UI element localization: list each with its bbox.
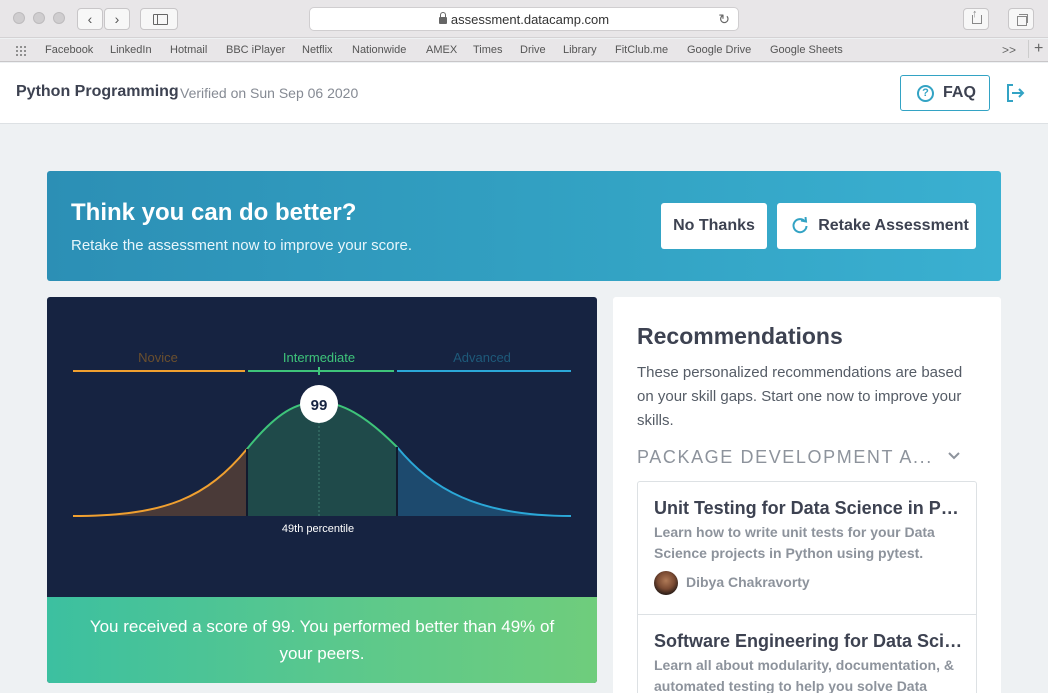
close-window-icon[interactable] — [13, 12, 25, 24]
lock-icon — [438, 12, 447, 24]
tabs-overview-button[interactable] — [1008, 8, 1034, 30]
grid-icon[interactable] — [15, 45, 28, 56]
recommendations-panel: Recommendations These personalized recom… — [613, 297, 1001, 693]
reload-icon[interactable]: ↻ — [718, 11, 730, 28]
banner-title: Think you can do better? — [71, 199, 357, 226]
verified-date: Verified on Sun Sep 06 2020 — [180, 85, 359, 101]
course-title[interactable]: Unit Testing for Data Science in Pyth... — [654, 498, 964, 519]
percentile-label: 49th percentile — [282, 523, 354, 535]
bookmarks-bar: Facebook LinkedIn Hotmail BBC iPlayer Ne… — [0, 39, 1048, 62]
course-card[interactable]: Unit Testing for Data Science in Pyth...… — [637, 481, 977, 615]
level-label-novice: Novice — [138, 350, 178, 365]
course-description: Learn all about modularity, documentatio… — [654, 657, 954, 693]
bookmark-hotmail[interactable]: Hotmail — [170, 44, 207, 56]
banner-subtitle: Retake the assessment now to improve you… — [71, 237, 412, 254]
question-circle-icon: ? — [917, 85, 934, 102]
chevron-right-icon: › — [114, 11, 120, 27]
bookmark-linkedin[interactable]: LinkedIn — [110, 44, 152, 56]
forward-button[interactable]: › — [104, 8, 130, 30]
bookmark-nationwide[interactable]: Nationwide — [352, 44, 406, 56]
bookmark-library[interactable]: Library — [563, 44, 597, 56]
bookmark-google-drive[interactable]: Google Drive — [687, 44, 751, 56]
page-title: Python Programming — [16, 83, 179, 100]
chevron-down-icon — [948, 452, 960, 460]
bookmark-facebook[interactable]: Facebook — [45, 44, 93, 56]
logout-icon[interactable] — [1004, 82, 1026, 104]
bookmark-bbc-iplayer[interactable]: BBC iPlayer — [226, 44, 285, 56]
bookmark-google-sheets[interactable]: Google Sheets — [770, 44, 843, 56]
browser-toolbar: ‹ › assessment.datacamp.com ↻ — [0, 0, 1048, 38]
bookmark-times[interactable]: Times — [473, 44, 503, 56]
level-label-advanced: Advanced — [453, 350, 511, 365]
retake-assessment-button[interactable]: Retake Assessment — [777, 203, 976, 249]
recommendations-description: These personalized recommendations are b… — [637, 364, 963, 429]
new-tab-button[interactable]: + — [1028, 40, 1043, 58]
category-dropdown[interactable]: PACKAGE DEVELOPMENT A... — [637, 447, 977, 471]
share-button[interactable] — [963, 8, 989, 30]
faq-button[interactable]: ? FAQ — [900, 75, 990, 111]
no-thanks-button[interactable]: No Thanks — [661, 203, 767, 249]
author-name: Dibya Chakravorty — [686, 574, 810, 590]
address-bar[interactable]: assessment.datacamp.com ↻ — [309, 7, 739, 31]
course-card[interactable]: Software Engineering for Data Scien... L… — [637, 614, 977, 693]
back-button[interactable]: ‹ — [77, 8, 103, 30]
score-value: 99 — [311, 397, 328, 414]
refresh-icon — [792, 217, 808, 234]
minimize-window-icon[interactable] — [33, 12, 45, 24]
recommendations-title: Recommendations — [637, 323, 843, 349]
level-label-intermediate: Intermediate — [283, 350, 355, 365]
score-distribution-chart: Novice Intermediate Advanced 99 49th per… — [72, 350, 572, 535]
score-message-text: You received a score of 99. You performe… — [89, 617, 555, 663]
sidebar-toggle-button[interactable] — [140, 8, 178, 30]
novice-fill-area — [73, 449, 247, 516]
bookmark-netflix[interactable]: Netflix — [302, 44, 333, 56]
app-header: Python Programming Verified on Sun Sep 0… — [0, 63, 1048, 124]
no-thanks-label: No Thanks — [673, 217, 755, 234]
avatar — [654, 571, 678, 595]
bookmark-drive[interactable]: Drive — [520, 44, 546, 56]
bookmark-amex[interactable]: AMEX — [426, 44, 457, 56]
faq-label: FAQ — [943, 84, 976, 101]
more-bookmarks-button[interactable]: >> — [1002, 43, 1016, 57]
retake-assessment-label: Retake Assessment — [818, 217, 969, 234]
score-card: Novice Intermediate Advanced 99 49th per… — [47, 297, 597, 683]
url-text: assessment.datacamp.com — [450, 12, 610, 27]
zoom-window-icon[interactable] — [53, 12, 65, 24]
course-description: Learn how to write unit tests for your D… — [654, 524, 935, 561]
score-message: You received a score of 99. You performe… — [47, 597, 597, 683]
chevron-left-icon: ‹ — [87, 11, 93, 27]
category-label: PACKAGE DEVELOPMENT A... — [637, 447, 933, 467]
bookmark-fitclub[interactable]: FitClub.me — [615, 44, 668, 56]
course-title[interactable]: Software Engineering for Data Scien... — [654, 631, 964, 652]
retake-banner: Think you can do better? Retake the asse… — [47, 171, 1001, 281]
